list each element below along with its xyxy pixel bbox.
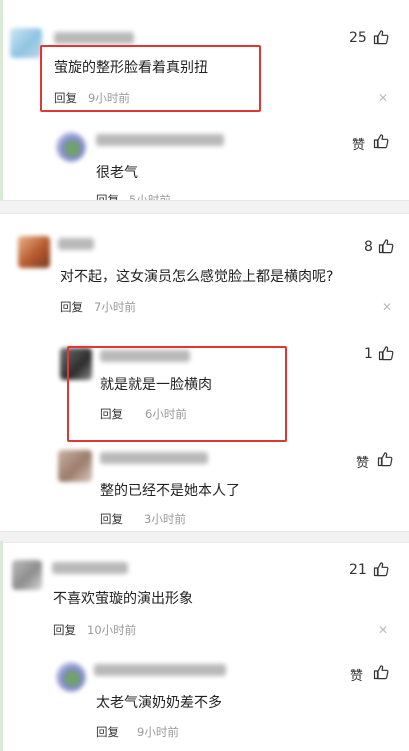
timestamp: 7小时前 [94, 300, 136, 314]
like-count: 21 [349, 562, 367, 578]
username[interactable] [100, 452, 208, 464]
timestamp: 9小时前 [137, 725, 179, 739]
like-count: 1 [364, 346, 373, 362]
timestamp: 3小时前 [144, 512, 186, 526]
username[interactable] [58, 238, 94, 250]
like-label: 赞 [356, 456, 370, 471]
avatar[interactable] [58, 450, 92, 482]
like-label: 赞 [350, 669, 364, 684]
thumb-up-icon[interactable] [378, 238, 394, 258]
reply-button[interactable]: 回复 [96, 724, 119, 740]
reply-button[interactable]: 回复 [60, 299, 83, 315]
like-count: 8 [364, 239, 373, 255]
reply-button[interactable]: 回复 [100, 511, 123, 527]
comment-text: 太老气演奶奶差不多 [96, 695, 222, 711]
comment-text: 很老气 [96, 165, 138, 181]
like-count: 25 [349, 30, 367, 46]
username[interactable] [94, 664, 226, 676]
highlight-box [67, 346, 287, 442]
divider [0, 0, 3, 200]
separator [0, 531, 409, 543]
thumb-up-icon[interactable] [373, 664, 389, 684]
timestamp: 10小时前 [87, 623, 137, 637]
username[interactable] [54, 32, 134, 44]
comment-text: 不喜欢萤璇的演出形象 [53, 591, 193, 607]
username[interactable] [96, 134, 224, 146]
thumb-up-icon[interactable] [378, 345, 394, 365]
avatar[interactable] [56, 662, 86, 692]
separator [0, 200, 409, 214]
avatar[interactable] [18, 236, 50, 268]
comment-text: 对不起，这女演员怎么感觉脸上都是横肉呢? [60, 269, 334, 285]
like-label: 赞 [352, 138, 366, 153]
comment-text: 整的已经不是她本人了 [100, 483, 240, 499]
thumb-up-icon[interactable] [373, 133, 389, 153]
thumb-up-icon[interactable] [373, 561, 389, 581]
avatar[interactable] [12, 560, 42, 590]
close-icon[interactable]: ✕ [378, 91, 388, 105]
close-icon[interactable]: ✕ [382, 300, 392, 314]
avatar[interactable] [10, 28, 42, 58]
divider [0, 541, 3, 751]
avatar[interactable] [56, 132, 86, 162]
thumb-up-icon[interactable] [377, 451, 393, 471]
username[interactable] [52, 562, 128, 574]
thumb-up-icon[interactable] [373, 29, 389, 49]
reply-button[interactable]: 回复 [53, 622, 76, 638]
close-icon[interactable]: ✕ [378, 623, 388, 637]
highlight-box [40, 45, 261, 112]
